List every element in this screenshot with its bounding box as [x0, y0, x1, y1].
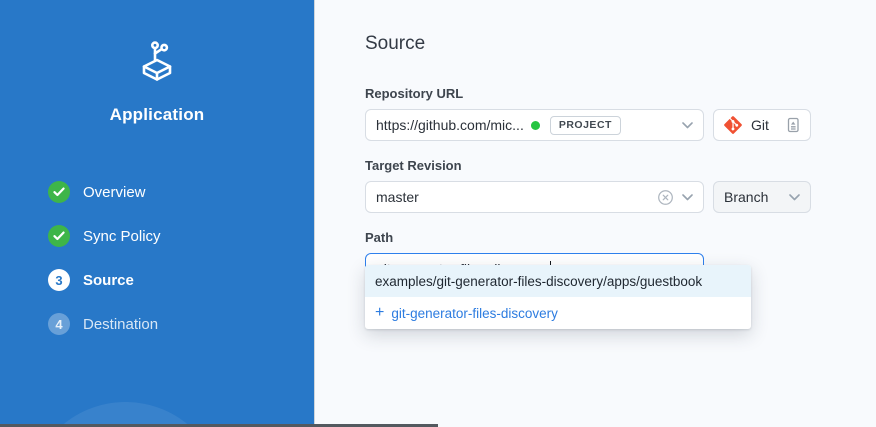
source-form: Source Repository URL https://github.com… — [316, 0, 876, 427]
step-label: Overview — [83, 184, 146, 201]
application-box-icon — [133, 36, 181, 84]
clear-icon[interactable] — [657, 189, 674, 206]
target-revision-input[interactable]: master — [365, 181, 704, 213]
step-sync-policy[interactable]: Sync Policy — [48, 225, 314, 247]
sidebar-title: Application — [0, 105, 314, 125]
application-wizard: Application Overview Sync Policy 3 Sourc… — [0, 0, 876, 427]
plus-icon: + — [375, 305, 384, 321]
step-complete-check-icon — [48, 225, 70, 247]
path-label: Path — [365, 230, 876, 245]
step-label: Source — [83, 272, 134, 289]
chevron-down-icon[interactable] — [682, 194, 693, 201]
step-label: Destination — [83, 316, 158, 333]
repo-type-value: Git — [751, 117, 769, 133]
repo-type-selector[interactable]: Git — [713, 109, 811, 141]
target-revision-group: Target Revision master Branch — [365, 158, 876, 213]
revision-type-selector[interactable]: Branch — [713, 181, 811, 213]
step-label: Sync Policy — [83, 228, 161, 245]
repository-url-select[interactable]: https://github.com/mic... PROJECT — [365, 109, 704, 141]
wizard-steps: Overview Sync Policy 3 Source 4 Destinat… — [0, 181, 314, 335]
path-create-option[interactable]: + git-generator-files-discovery — [365, 297, 751, 329]
chevron-down-icon — [789, 194, 800, 201]
connection-status-dot — [531, 121, 540, 130]
step-complete-check-icon — [48, 181, 70, 203]
wizard-sidebar: Application Overview Sync Policy 3 Sourc… — [0, 0, 315, 427]
repository-list-icon[interactable] — [786, 117, 800, 133]
repository-url-group: Repository URL https://github.com/mic...… — [365, 86, 876, 141]
repository-url-label: Repository URL — [365, 86, 876, 101]
path-group: Path git-generator-files-discovery examp… — [365, 230, 876, 285]
step-number-badge: 4 — [48, 313, 70, 335]
path-suggestion-item[interactable]: examples/git-generator-files-discovery/a… — [365, 265, 751, 297]
page-title: Source — [365, 33, 876, 55]
project-badge: PROJECT — [550, 116, 621, 135]
git-logo-icon — [724, 116, 742, 134]
revision-type-value: Branch — [724, 189, 768, 205]
step-source[interactable]: 3 Source — [48, 269, 314, 291]
path-suggestions-dropdown: examples/git-generator-files-discovery/a… — [365, 265, 751, 329]
sidebar-header: Application — [0, 36, 314, 125]
target-revision-label: Target Revision — [365, 158, 876, 173]
step-overview[interactable]: Overview — [48, 181, 314, 203]
step-number-badge: 3 — [48, 269, 70, 291]
chevron-down-icon[interactable] — [682, 122, 693, 129]
repository-url-value: https://github.com/mic... — [376, 117, 524, 133]
target-revision-value: master — [376, 189, 419, 205]
step-destination[interactable]: 4 Destination — [48, 313, 314, 335]
path-create-label: git-generator-files-discovery — [391, 306, 558, 321]
